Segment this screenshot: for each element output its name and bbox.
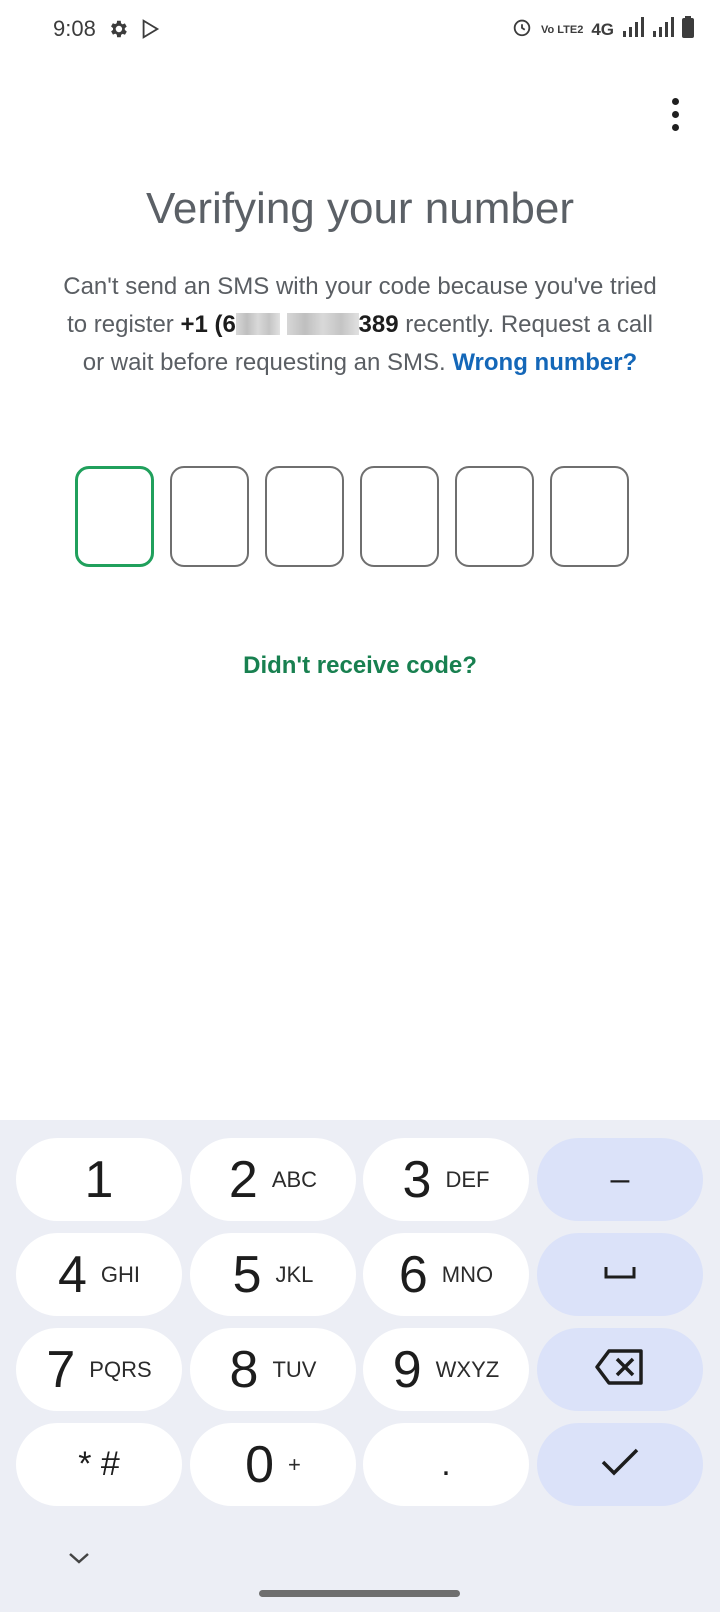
backspace-icon	[595, 1348, 645, 1391]
key-2[interactable]: 2 ABC	[190, 1138, 356, 1221]
chevron-down-icon[interactable]	[66, 1548, 92, 1568]
space-key[interactable]	[537, 1233, 703, 1316]
key-1[interactable]: 1	[16, 1138, 182, 1221]
key-4[interactable]: 4 GHI	[16, 1233, 182, 1316]
alarm-icon	[511, 16, 533, 43]
signal-icon	[622, 17, 644, 42]
more-vert-icon[interactable]	[660, 96, 690, 132]
check-icon	[600, 1447, 640, 1482]
code-digit-box[interactable]	[170, 466, 249, 567]
home-indicator[interactable]	[259, 1590, 460, 1597]
space-key-icon	[604, 1263, 636, 1286]
code-digit-box[interactable]	[75, 466, 154, 567]
page-title: Verifying your number	[146, 184, 574, 233]
wrong-number-link[interactable]: Wrong number?	[452, 349, 637, 376]
signal-icon	[652, 17, 674, 42]
key-8[interactable]: 8 TUV	[190, 1328, 356, 1411]
battery-icon	[682, 16, 694, 43]
code-digit-box[interactable]	[550, 466, 629, 567]
phone-number: +1 (6 389	[180, 311, 399, 338]
done-key[interactable]	[537, 1423, 703, 1506]
dash-key[interactable]: –	[537, 1138, 703, 1221]
gear-icon	[107, 18, 129, 45]
code-input[interactable]	[75, 466, 629, 567]
backspace-key[interactable]	[537, 1328, 703, 1411]
key-star-hash[interactable]: * #	[16, 1423, 182, 1506]
key-7[interactable]: 7 PQRS	[16, 1328, 182, 1411]
code-digit-box[interactable]	[455, 466, 534, 567]
didnt-receive-code-link[interactable]: Didn't receive code?	[0, 652, 720, 680]
code-digit-box[interactable]	[360, 466, 439, 567]
key-6[interactable]: 6 MNO	[363, 1233, 529, 1316]
volte-icon: Vo LTE2	[540, 23, 584, 36]
clock: 9:08	[53, 16, 96, 41]
verification-message: Can't send an SMS with your code because…	[58, 268, 662, 382]
key-dot[interactable]: .	[363, 1423, 529, 1506]
status-bar: 9:08 Vo LTE2 4G	[0, 0, 720, 60]
code-digit-box[interactable]	[265, 466, 344, 567]
key-3[interactable]: 3 DEF	[363, 1138, 529, 1221]
key-9[interactable]: 9 WXYZ	[363, 1328, 529, 1411]
key-5[interactable]: 5 JKL	[190, 1233, 356, 1316]
network-type: 4G	[591, 19, 614, 39]
play-store-icon	[139, 18, 161, 45]
key-0[interactable]: 0 +	[190, 1423, 356, 1506]
